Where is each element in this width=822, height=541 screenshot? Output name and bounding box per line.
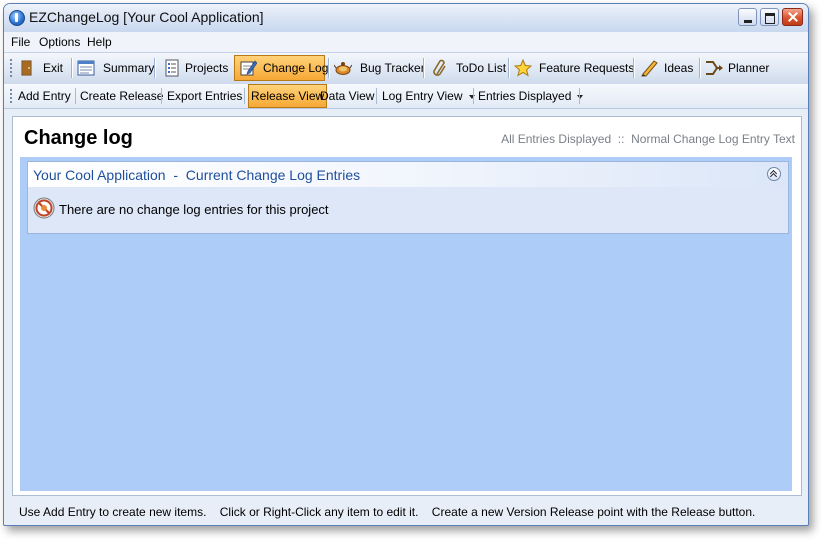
toolbar-separator xyxy=(161,88,162,104)
summary-label: Summary xyxy=(103,61,155,75)
toolbar-separator xyxy=(633,58,635,78)
toolbar-separator xyxy=(244,88,245,104)
toolbar-separator xyxy=(71,58,73,78)
summary-button[interactable]: Summary xyxy=(75,55,155,81)
toolbar-separator xyxy=(473,88,474,104)
menu-file[interactable]: File xyxy=(11,35,30,49)
minimize-icon xyxy=(739,9,756,25)
toolbar-separator xyxy=(423,58,425,78)
maximize-icon xyxy=(761,9,778,25)
panel-header: Your Cool Application - Current Change L… xyxy=(28,162,788,187)
data-view-button[interactable]: Data View xyxy=(320,84,374,108)
change-log-view: Change log All Entries Displayed :: Norm… xyxy=(12,116,802,496)
toolbar-separator xyxy=(75,88,76,104)
app-icon xyxy=(9,10,25,26)
view-status-text: All Entries Displayed :: Normal Change L… xyxy=(501,132,795,146)
planner-label: Planner xyxy=(728,61,770,75)
star-icon xyxy=(514,59,532,77)
ideas-label: Ideas xyxy=(664,61,694,75)
menu-options[interactable]: Options xyxy=(39,35,80,49)
change-log-icon xyxy=(240,60,257,76)
create-release-button[interactable]: Create Release xyxy=(80,84,163,108)
menu-bar: File Options Help xyxy=(4,32,808,52)
close-icon xyxy=(783,9,802,25)
close-button[interactable] xyxy=(782,8,803,26)
window-title: EZChangeLog [Your Cool Application] xyxy=(29,9,264,25)
planner-button[interactable]: Planner xyxy=(703,55,773,81)
exit-icon xyxy=(21,60,32,76)
todo-list-label: ToDo List xyxy=(456,61,507,75)
change-log-button[interactable]: Change Log xyxy=(234,55,329,81)
pencil-icon xyxy=(641,60,658,77)
add-entry-button[interactable]: Add Entry xyxy=(18,84,71,108)
entries-area: Your Cool Application - Current Change L… xyxy=(20,157,792,491)
status-bar: Use Add Entry to create new items. Click… xyxy=(4,499,808,525)
entries-displayed-label: Entries Displayed xyxy=(478,89,572,103)
release-view-button[interactable]: Release View xyxy=(248,84,328,108)
menu-help[interactable]: Help xyxy=(87,35,112,49)
projects-button[interactable]: Projects xyxy=(159,55,231,81)
toolbar-separator xyxy=(508,58,510,78)
export-entries-button[interactable]: Export Entries xyxy=(167,84,242,108)
toolbar-grip[interactable] xyxy=(10,89,14,103)
panel-title: Your Cool Application - Current Change L… xyxy=(33,167,361,183)
no-entry-icon xyxy=(33,197,55,219)
minimize-button[interactable] xyxy=(738,8,757,26)
title-bar[interactable]: EZChangeLog [Your Cool Application] xyxy=(4,4,808,33)
panel-body: There are no change log entries for this… xyxy=(28,187,788,233)
page-title: Change log xyxy=(24,127,133,149)
summary-icon xyxy=(77,60,95,76)
log-entry-view-dropdown[interactable]: Log Entry View xyxy=(382,84,475,108)
projects-icon xyxy=(165,59,179,77)
feature-requests-label: Feature Requests xyxy=(539,61,635,75)
main-toolbar: Exit Summary Projects Change Log Bug Tra… xyxy=(4,52,808,85)
toolbar-separator xyxy=(376,88,377,104)
log-entry-view-label: Log Entry View xyxy=(382,89,463,103)
sub-toolbar: Add Entry Create Release Export Entries … xyxy=(4,84,808,109)
maximize-button[interactable] xyxy=(760,8,779,26)
exit-label: Exit xyxy=(43,61,64,75)
exit-button[interactable]: Exit xyxy=(17,55,69,81)
bug-tracker-label: Bug Tracker xyxy=(360,61,425,75)
collapse-button[interactable] xyxy=(767,167,781,181)
toolbar-separator xyxy=(154,58,156,78)
ideas-button[interactable]: Ideas xyxy=(637,55,697,81)
bug-tracker-icon xyxy=(334,62,352,75)
toolbar-separator xyxy=(328,58,330,78)
toolbar-grip[interactable] xyxy=(10,59,14,77)
bug-tracker-button[interactable]: Bug Tracker xyxy=(332,55,425,81)
todo-list-button[interactable]: ToDo List xyxy=(428,55,506,81)
entries-panel: Your Cool Application - Current Change L… xyxy=(27,161,789,234)
entries-displayed-dropdown[interactable]: Entries Displayed xyxy=(478,84,584,108)
empty-message: There are no change log entries for this… xyxy=(59,202,329,217)
toolbar-separator xyxy=(699,58,701,78)
app-window: EZChangeLog [Your Cool Application] File… xyxy=(3,3,809,526)
status-text: Use Add Entry to create new items. Click… xyxy=(19,505,756,519)
planner-icon xyxy=(706,61,723,75)
paperclip-icon xyxy=(433,59,446,76)
toolbar-separator xyxy=(579,88,580,104)
projects-label: Projects xyxy=(185,61,229,75)
change-log-label: Change Log xyxy=(263,61,329,75)
feature-requests-button[interactable]: Feature Requests xyxy=(512,55,634,81)
